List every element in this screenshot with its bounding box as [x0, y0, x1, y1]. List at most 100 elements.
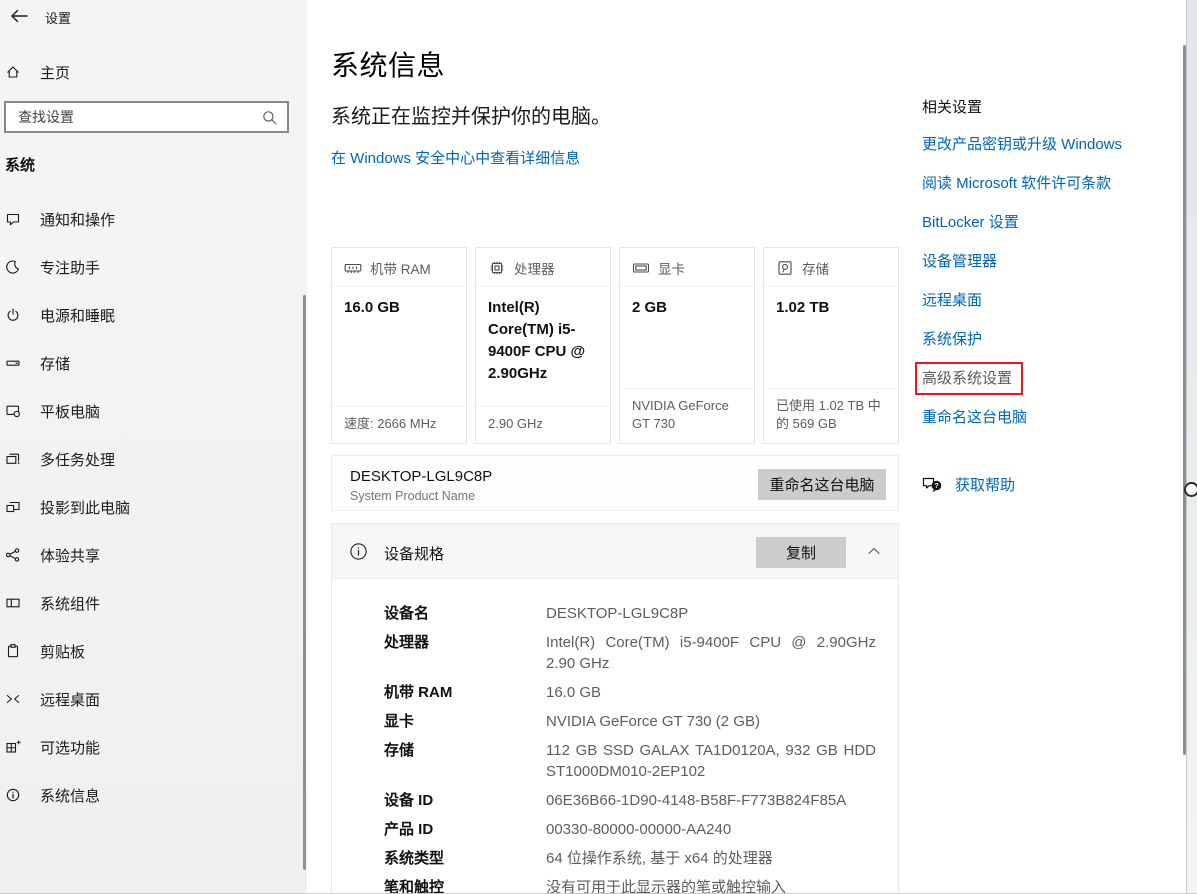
titlebar: 设置 [0, 0, 307, 32]
tablet-icon [5, 403, 21, 419]
card-footer: 已使用 1.02 TB 中的 569 GB [764, 388, 898, 443]
device-product-name: System Product Name [350, 489, 475, 503]
link-license-terms[interactable]: 阅读 Microsoft 软件许可条款 [922, 173, 1137, 194]
home-icon [5, 64, 21, 80]
link-rename-pc[interactable]: 重命名这台电脑 [922, 407, 1137, 428]
cpu-icon [488, 260, 506, 276]
chevron-up-icon[interactable] [866, 544, 882, 558]
card-value: 1.02 TB [764, 287, 898, 388]
sidebar-item-label: 主页 [40, 62, 70, 83]
gpu-icon [632, 260, 650, 276]
card-value: Intel(R) Core(TM) i5-9400F CPU @ 2.90GHz [476, 287, 610, 406]
info-circle-icon [349, 542, 368, 561]
sidebar-item-focus-assist[interactable]: 专注助手 [0, 243, 303, 291]
card-processor: 处理器 Intel(R) Core(TM) i5-9400F CPU @ 2.9… [475, 247, 611, 444]
table-row: 设备名 DESKTOP-LGL9C8P [384, 603, 876, 624]
sidebar: 设置 主页 系统 通知和操作 专注助手 [0, 0, 307, 894]
sidebar-item-power-sleep[interactable]: 电源和睡眠 [0, 291, 303, 339]
remote-icon [5, 691, 21, 707]
card-footer: 速度: 2666 MHz [332, 406, 466, 443]
device-name: DESKTOP-LGL9C8P [350, 468, 492, 485]
sidebar-item-clipboard[interactable]: 剪贴板 [0, 627, 303, 675]
card-caption: 显卡 [658, 258, 685, 278]
link-remote-desktop[interactable]: 远程桌面 [922, 290, 1137, 311]
windows-security-link[interactable]: 在 Windows 安全中心中查看详细信息 [331, 147, 580, 168]
link-device-manager[interactable]: 设备管理器 [922, 251, 1137, 272]
link-bitlocker-settings[interactable]: BitLocker 设置 [922, 212, 1137, 233]
info-icon [5, 787, 21, 803]
related-settings-title: 相关设置 [922, 96, 1137, 117]
share-icon [5, 547, 21, 563]
table-row: 处理器 Intel(R) Core(TM) i5-9400F CPU @ 2.9… [384, 632, 876, 674]
search-input[interactable] [6, 103, 287, 131]
card-graphics: 显卡 2 GB NVIDIA GeForce GT 730 [619, 247, 755, 444]
settings-window: 设置 主页 系统 通知和操作 专注助手 [0, 0, 1197, 894]
card-caption: 处理器 [514, 258, 555, 278]
help-bubbles-icon: ? [922, 476, 944, 494]
table-row: 显卡 NVIDIA GeForce GT 730 (2 GB) [384, 711, 876, 732]
moon-icon [5, 259, 21, 275]
sidebar-item-storage[interactable]: 存储 [0, 339, 303, 387]
sidebar-item-optional-features[interactable]: 可选功能 [0, 723, 303, 771]
ram-icon [344, 260, 362, 276]
table-row: 系统类型 64 位操作系统, 基于 x64 的处理器 [384, 848, 876, 869]
device-name-bar: DESKTOP-LGL9C8P System Product Name 重命名这… [331, 455, 899, 511]
table-row: 产品 ID 00330-80000-00000-AA240 [384, 819, 876, 840]
link-change-product-key[interactable]: 更改产品密钥或升级 Windows [922, 134, 1137, 155]
page-subtitle: 系统正在监控并保护你的电脑。 [331, 100, 611, 129]
table-row: 存储 112 GB SSD GALAX TA1D0120A, 932 GB HD… [384, 740, 876, 782]
card-value: 2 GB [620, 287, 754, 388]
page-title: 系统信息 [331, 44, 445, 84]
annotation-red-box[interactable]: 高级系统设置 [915, 362, 1023, 395]
card-footer: 2.90 GHz [476, 406, 610, 443]
sidebar-item-about[interactable]: 系统信息 [0, 771, 303, 819]
device-specs-table: 设备名 DESKTOP-LGL9C8P 处理器 Intel(R) Core(TM… [332, 579, 898, 894]
disk-icon [776, 260, 794, 276]
clipboard-icon [5, 643, 21, 659]
sidebar-item-projecting[interactable]: 投影到此电脑 [0, 483, 303, 531]
app-title: 设置 [45, 8, 71, 27]
power-icon [5, 307, 21, 323]
sidebar-item-remote-desktop[interactable]: 远程桌面 [0, 675, 303, 723]
sidebar-scrollbar[interactable] [303, 295, 306, 870]
table-row: 笔和触控 没有可用于此显示器的笔或触控输入 [384, 877, 876, 894]
components-icon [5, 595, 21, 611]
card-footer: NVIDIA GeForce GT 730 [620, 388, 754, 443]
svg-text:?: ? [934, 481, 939, 490]
rename-pc-button[interactable]: 重命名这台电脑 [758, 469, 886, 500]
sidebar-nav: 通知和操作 专注助手 电源和睡眠 存储 平板电脑 多任务处理 [0, 195, 303, 819]
related-settings-panel: 相关设置 更改产品密钥或升级 Windows 阅读 Microsoft 软件许可… [922, 96, 1137, 495]
project-icon [5, 499, 21, 515]
back-button[interactable] [8, 6, 30, 26]
window-edge-strip [1186, 0, 1197, 894]
spec-cards: 机带 RAM 16.0 GB 速度: 2666 MHz 处理器 Intel(R)… [331, 247, 899, 444]
multitask-icon [5, 451, 21, 467]
back-arrow-icon [8, 6, 30, 26]
table-row: 机带 RAM 16.0 GB [384, 682, 876, 703]
optional-icon [5, 739, 21, 755]
get-help-label: 获取帮助 [955, 474, 1015, 495]
drive-icon [5, 355, 21, 371]
sidebar-section-system: 系统 [5, 154, 35, 175]
device-specs-header: 设备规格 复制 [332, 524, 898, 579]
card-caption: 机带 RAM [370, 258, 431, 278]
device-specs-card: 设备规格 复制 设备名 DESKTOP-LGL9C8P 处理器 Intel(R)… [331, 523, 899, 894]
sidebar-item-tablet[interactable]: 平板电脑 [0, 387, 303, 435]
get-help-link[interactable]: ? 获取帮助 [922, 474, 1137, 495]
comment-icon [5, 211, 21, 227]
search-icon[interactable] [261, 109, 279, 127]
device-specs-title: 设备规格 [384, 543, 444, 564]
table-row: 设备 ID 06E36B66-1D90-4148-B58F-F773B824F8… [384, 790, 876, 811]
sidebar-item-shared-experiences[interactable]: 体验共享 [0, 531, 303, 579]
sidebar-item-notifications[interactable]: 通知和操作 [0, 195, 303, 243]
card-ram: 机带 RAM 16.0 GB 速度: 2666 MHz [331, 247, 467, 444]
sidebar-item-system-components[interactable]: 系统组件 [0, 579, 303, 627]
link-system-protection[interactable]: 系统保护 [922, 329, 1137, 350]
copy-button[interactable]: 复制 [756, 537, 846, 568]
edge-circle-widget [1184, 482, 1197, 497]
sidebar-item-multitasking[interactable]: 多任务处理 [0, 435, 303, 483]
card-storage: 存储 1.02 TB 已使用 1.02 TB 中的 569 GB [763, 247, 899, 444]
search-box [4, 101, 289, 133]
link-advanced-system-settings[interactable]: 高级系统设置 [922, 368, 1137, 389]
sidebar-item-home[interactable]: 主页 [0, 55, 307, 89]
